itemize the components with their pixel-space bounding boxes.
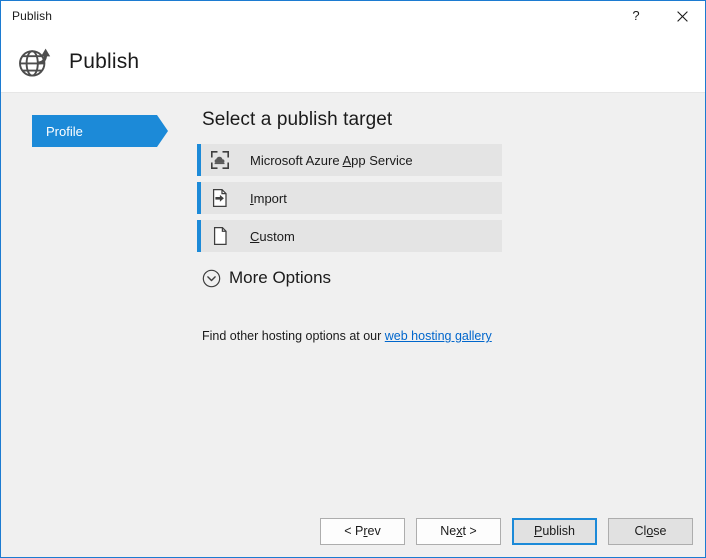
step-rail: Profile <box>1 93 197 147</box>
target-row-custom[interactable]: Custom <box>197 220 502 252</box>
target-row-azure-app-service[interactable]: Microsoft Azure App Service <box>197 144 502 176</box>
close-window-button[interactable] <box>659 1 705 32</box>
chevron-down-circle-icon <box>202 269 221 288</box>
title-bar: Publish ? <box>1 1 705 32</box>
step-tab-label: Profile <box>32 124 83 139</box>
section-heading: Select a publish target <box>202 109 675 131</box>
dialog-footer: < Prev Next > Publish Close <box>1 505 705 557</box>
target-row-label: Custom <box>250 229 295 244</box>
prev-button[interactable]: < Prev <box>320 518 405 545</box>
close-button[interactable]: Close <box>608 518 693 545</box>
more-options-label: More Options <box>229 268 331 288</box>
next-button[interactable]: Next > <box>416 518 501 545</box>
help-icon: ? <box>632 9 639 22</box>
dialog-header: Publish <box>1 32 705 93</box>
hosting-gallery-prefix: Find other hosting options at our <box>202 329 385 343</box>
row-accent-bar <box>197 144 201 176</box>
azure-app-service-icon <box>210 150 230 170</box>
close-icon <box>677 11 688 22</box>
main-panel: Select a publish target <box>197 93 705 343</box>
blank-document-icon <box>210 226 230 246</box>
row-accent-bar <box>197 220 201 252</box>
target-row-import[interactable]: Import <box>197 182 502 214</box>
window-title: Publish <box>1 1 52 32</box>
publish-dialog: Publish ? Publish <box>0 0 706 558</box>
step-tab-profile[interactable]: Profile <box>32 115 157 147</box>
help-button[interactable]: ? <box>613 1 659 32</box>
publish-button[interactable]: Publish <box>512 518 597 545</box>
more-options-expander[interactable]: More Options <box>202 268 331 288</box>
web-hosting-gallery-link[interactable]: web hosting gallery <box>385 329 492 343</box>
dialog-body: Profile Select a publish target <box>1 93 705 505</box>
target-row-label: Microsoft Azure App Service <box>250 153 413 168</box>
hosting-gallery-line: Find other hosting options at our web ho… <box>202 329 675 343</box>
globe-publish-icon <box>17 45 51 79</box>
row-accent-bar <box>197 182 201 214</box>
import-document-icon <box>210 188 230 208</box>
target-row-label: Import <box>250 191 287 206</box>
publish-target-list: Microsoft Azure App Service Import <box>197 144 502 252</box>
page-title: Publish <box>69 50 139 74</box>
title-bar-spacer <box>52 1 613 32</box>
